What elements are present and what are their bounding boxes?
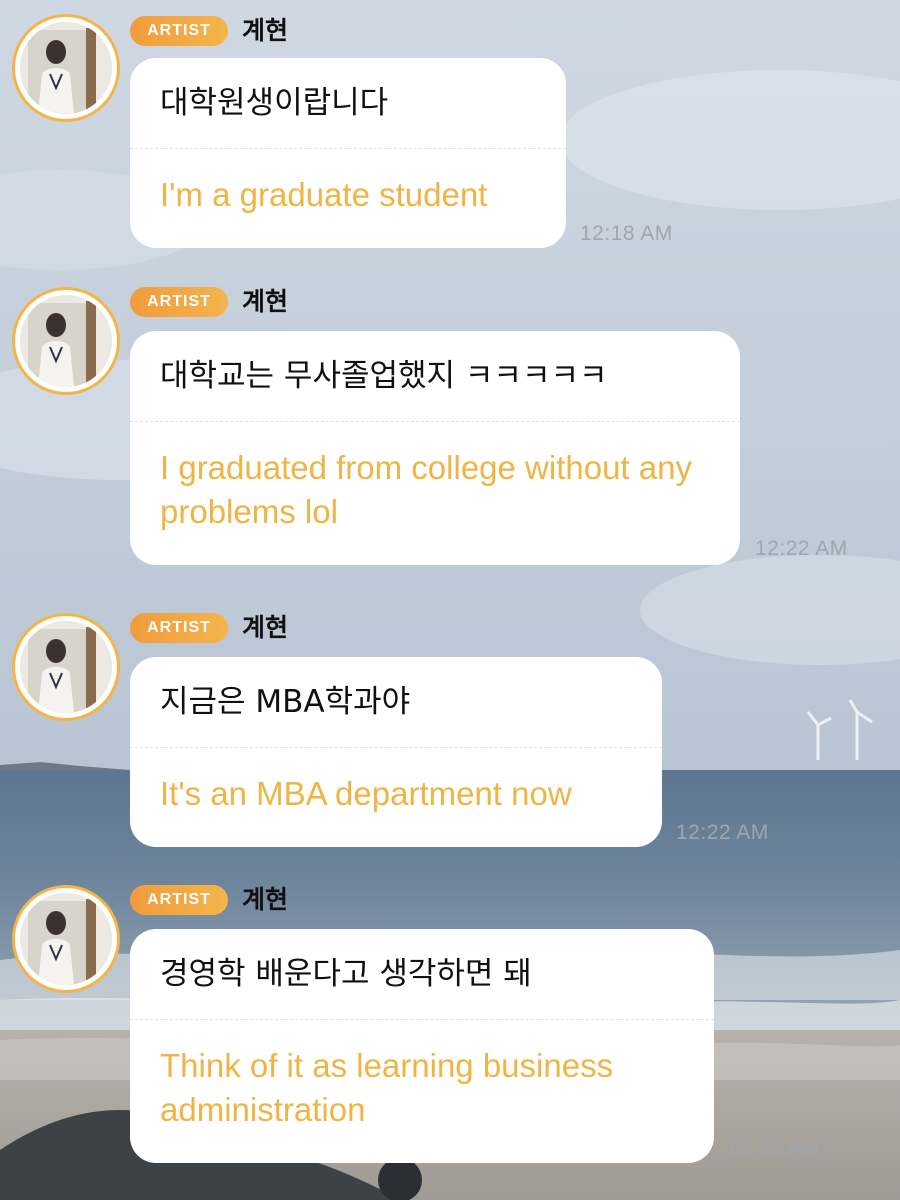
original-text: 경영학 배운다고 생각하면 돼: [160, 956, 532, 992]
message-bubble[interactable]: 지금은 MBA학과야 It's an MBA department now: [130, 657, 662, 847]
message-bubble[interactable]: 대학원생이랍니다 I'm a graduate student: [130, 58, 566, 248]
profile-photo-icon: [20, 893, 112, 985]
original-text: 대학원생이랍니다: [160, 85, 389, 121]
message-timestamp: 12:22 AM: [676, 821, 769, 844]
translation-text: It's an MBA department now: [160, 775, 572, 812]
message-timestamp: 12:22 AM: [727, 1137, 820, 1160]
translation-text: Think of it as learning business adminis…: [160, 1047, 614, 1128]
profile-photo-icon: [20, 295, 112, 387]
avatar[interactable]: [12, 613, 120, 721]
avatar[interactable]: [12, 885, 120, 993]
translation-text: I'm a graduate student: [160, 176, 488, 213]
original-text: 대학교는 무사졸업했지 ㅋㅋㅋㅋㅋ: [160, 358, 608, 394]
artist-badge: ARTIST: [130, 885, 228, 915]
profile-photo-icon: [20, 22, 112, 114]
sender-name: 계현: [242, 613, 289, 642]
artist-badge: ARTIST: [130, 287, 228, 317]
sender-name: 계현: [242, 287, 289, 316]
sender-name: 계현: [242, 16, 289, 45]
artist-badge: ARTIST: [130, 613, 228, 643]
translation-text: I graduated from college without any pro…: [160, 449, 692, 530]
message-bubble[interactable]: 대학교는 무사졸업했지 ㅋㅋㅋㅋㅋ I graduated from colle…: [130, 331, 740, 565]
message-bubble[interactable]: 경영학 배운다고 생각하면 돼 Think of it as learning …: [130, 929, 714, 1163]
avatar[interactable]: [12, 287, 120, 395]
message-timestamp: 12:22 AM: [755, 537, 848, 560]
chat-thread: ARTIST 계현 대학원생이랍니다 I'm a graduate studen…: [0, 0, 900, 1200]
artist-badge: ARTIST: [130, 16, 228, 46]
avatar[interactable]: [12, 14, 120, 122]
original-text: 지금은 MBA학과야: [160, 684, 411, 720]
sender-name: 계현: [242, 885, 289, 914]
message-timestamp: 12:18 AM: [580, 222, 673, 245]
profile-photo-icon: [20, 621, 112, 713]
